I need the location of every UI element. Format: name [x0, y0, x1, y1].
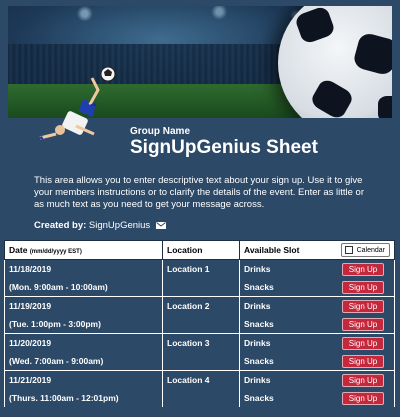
table-row: 11/18/2019 (Mon. 9:00am - 10:00am) Locatio… [4, 259, 395, 297]
slot-item: Snacks Sign Up [240, 278, 394, 296]
table-header-row: Date (mm/dd/yyyy EST) Location Available… [4, 240, 395, 260]
sign-up-button[interactable]: Sign Up [342, 391, 384, 405]
slot-location: Location 2 [167, 301, 210, 311]
date-format-label: (mm/dd/yyyy EST) [29, 249, 82, 255]
page-title: SignUpGenius Sheet [130, 137, 318, 158]
soccer-ball-image [278, 6, 392, 118]
location-column-header: Location [162, 240, 240, 260]
date-cell: 11/18/2019 (Mon. 9:00am - 10:00am) [4, 259, 163, 297]
sign-up-button[interactable]: Sign Up [342, 299, 384, 313]
slot-location: Location 4 [167, 375, 210, 385]
date-header-label: Date [9, 245, 28, 255]
sign-up-button[interactable]: Sign Up [342, 262, 384, 276]
date-column-header: Date (mm/dd/yyyy EST) [4, 240, 163, 260]
signup-table: Date (mm/dd/yyyy EST) Location Available… [4, 240, 395, 407]
date-cell: 11/20/2019 (Wed. 7:00am - 9:00am) [4, 333, 163, 371]
slot-date: 11/19/2019 [9, 301, 52, 311]
sign-up-button[interactable]: Sign Up [342, 336, 384, 350]
slot-item-name: Snacks [244, 282, 274, 292]
date-cell: 11/19/2019 (Tue. 1:00pm - 3:00pm) [4, 296, 163, 334]
slot-location: Location 3 [167, 338, 210, 348]
table-row: 11/21/2019 (Thurs. 11:00am - 12:01pm) Loca… [4, 370, 395, 407]
slot-item: Drinks Sign Up [240, 334, 394, 352]
slot-item-name: Snacks [244, 356, 274, 366]
sign-up-description: This area allows you to enter descriptiv… [34, 175, 365, 211]
slot-item-name: Drinks [244, 375, 271, 385]
sign-up-button[interactable]: Sign Up [342, 280, 384, 294]
table-row: 11/20/2019 (Wed. 7:00am - 9:00am) Location… [4, 333, 395, 371]
slot-item: Drinks Sign Up [240, 297, 394, 315]
group-name-label: Group Name [130, 126, 191, 137]
slot-time: (Thurs. 11:00am - 12:01pm) [9, 393, 119, 403]
location-cell: Location 1 [162, 259, 240, 297]
slot-date: 11/18/2019 [9, 264, 52, 274]
slot-item-name: Snacks [244, 319, 274, 329]
date-cell: 11/21/2019 (Thurs. 11:00am - 12:01pm) [4, 370, 163, 407]
soccer-player-image [38, 66, 116, 140]
slot-item-name: Drinks [244, 338, 271, 348]
location-cell: Location 2 [162, 296, 240, 334]
slot-item-name: Snacks [244, 393, 274, 403]
slot-location: Location 1 [167, 264, 210, 274]
calendar-button-label: Calendar [356, 246, 385, 254]
slot-item: Snacks Sign Up [240, 352, 394, 370]
location-cell: Location 4 [162, 370, 240, 407]
slot-date: 11/20/2019 [9, 338, 52, 348]
slot-item: Snacks Sign Up [240, 389, 394, 407]
slot-time: (Tue. 1:00pm - 3:00pm) [9, 319, 101, 329]
sign-up-button[interactable]: Sign Up [342, 354, 384, 368]
slot-cell: Drinks Sign Up Snacks Sign Up [239, 370, 395, 407]
mail-icon[interactable] [155, 221, 166, 229]
slot-item-name: Drinks [244, 264, 271, 274]
slot-time: (Wed. 7:00am - 9:00am) [9, 356, 104, 366]
created-by-name: SignUpGenius [88, 220, 151, 231]
slot-cell: Drinks Sign Up Snacks Sign Up [239, 296, 395, 334]
table-row: 11/19/2019 (Tue. 1:00pm - 3:00pm) Location… [4, 296, 395, 334]
slot-item-name: Drinks [244, 301, 271, 311]
slot-column-header: Available Slot Calendar [239, 240, 395, 260]
slot-item: Snacks Sign Up [240, 315, 394, 333]
slot-item: Drinks Sign Up [240, 371, 394, 389]
slot-cell: Drinks Sign Up Snacks Sign Up [239, 259, 395, 297]
slot-item: Drinks Sign Up [240, 260, 394, 278]
calendar-icon [344, 246, 353, 254]
sign-up-button[interactable]: Sign Up [342, 373, 384, 387]
slot-header-label: Available Slot [244, 245, 300, 255]
calendar-button[interactable]: Calendar [340, 243, 390, 257]
slot-time: (Mon. 9:00am - 10:00am) [9, 282, 108, 292]
created-by: Created by: SignUpGenius [34, 220, 166, 231]
sign-up-button[interactable]: Sign Up [342, 317, 384, 331]
slot-date: 11/21/2019 [9, 375, 52, 385]
location-cell: Location 3 [162, 333, 240, 371]
slot-cell: Drinks Sign Up Snacks Sign Up [239, 333, 395, 371]
created-by-label: Created by: [34, 220, 87, 231]
